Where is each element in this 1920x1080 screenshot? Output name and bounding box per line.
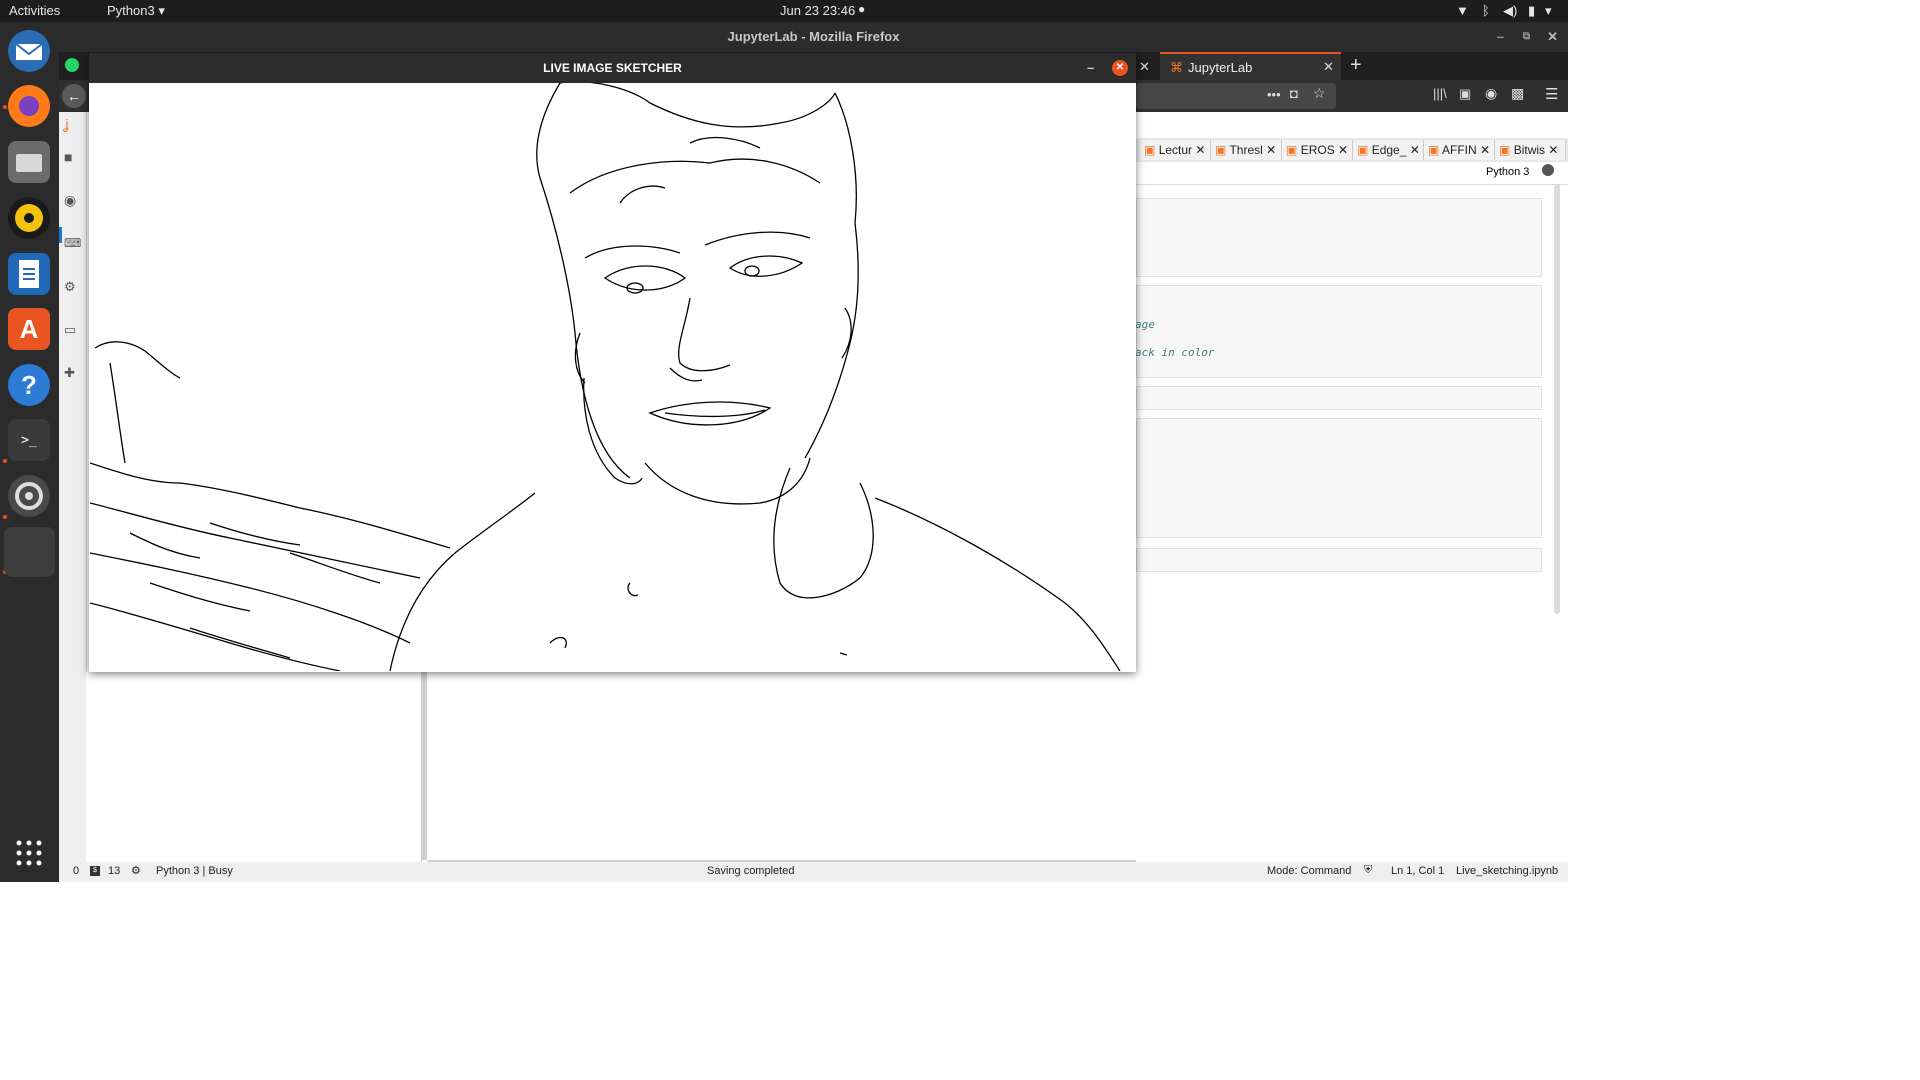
running-indicator — [3, 459, 7, 463]
notification-dot-icon: ● — [858, 2, 866, 16]
doc-tab[interactable]: ▣ Thresl ✕ — [1211, 140, 1282, 160]
notebook-toolbar: Python 3 — [1136, 162, 1568, 185]
jupyter-logo-icon: ʝ — [63, 116, 69, 132]
file-name: Live_sketching.ipynb — [1456, 865, 1559, 877]
new-tab-button[interactable]: + — [1350, 54, 1362, 77]
kernel-name[interactable]: Python 3 — [1486, 166, 1529, 178]
sketch-window-title-bar[interactable]: LIVE IMAGE SKETCHER – ✕ — [89, 53, 1136, 83]
running-indicator — [3, 515, 7, 519]
terminal-icon: $ — [90, 866, 100, 876]
save-status: Saving completed — [707, 865, 795, 877]
folder-icon[interactable]: ■ — [64, 149, 72, 165]
kernel-status[interactable]: Python 3 | Busy — [156, 865, 233, 877]
close-icon[interactable]: ✕ — [1547, 22, 1558, 52]
terminal-icon[interactable]: >_ — [8, 419, 50, 461]
maximize-icon[interactable]: ⧉ — [1523, 22, 1530, 52]
sketch-canvas — [89, 81, 1135, 672]
jupyter-status-bar: 0 $ 13 ⚙ Python 3 | Busy Saving complete… — [59, 862, 1568, 882]
bluetooth-icon[interactable]: ᛒ — [1482, 3, 1490, 18]
volume-icon[interactable]: ◀) — [1503, 3, 1517, 19]
running-indicator — [3, 105, 7, 109]
ubuntu-dock: A ? >_ — [0, 22, 59, 882]
clock[interactable]: Jun 23 23:46 — [780, 3, 855, 18]
extensions-icon[interactable]: ✚ — [64, 365, 75, 381]
window-title: JupyterLab - Mozilla Firefox — [727, 29, 900, 44]
doc-tab[interactable]: ▣ Edge_ ✕ — [1353, 140, 1424, 160]
writer-icon[interactable] — [8, 253, 50, 295]
settings-icon[interactable] — [8, 475, 50, 517]
tab-jupyterlab[interactable]: ⌘ JupyterLab ✕ — [1160, 52, 1341, 80]
notebook-cell[interactable]: age ack in color — [1135, 285, 1542, 378]
close-icon[interactable]: ✕ — [1112, 60, 1128, 76]
doc-tab[interactable]: ▣ AFFIN ✕ — [1424, 140, 1495, 160]
firefox-title-bar: JupyterLab - Mozilla Firefox – ⧉ ✕ — [59, 22, 1568, 52]
status-count[interactable]: 13 — [108, 865, 120, 877]
scrollbar[interactable] — [1554, 184, 1560, 614]
code-comment: age — [1135, 318, 1155, 331]
battery-icon[interactable]: ▮ — [1528, 3, 1535, 19]
tab-close-icon[interactable]: ✕ — [1323, 59, 1334, 75]
thunderbird-icon[interactable] — [8, 30, 50, 72]
activities-button[interactable]: Activities — [9, 3, 60, 18]
firefox-icon[interactable] — [8, 85, 50, 127]
doc-tab[interactable]: ▣ Lectur ✕ — [1140, 140, 1211, 160]
minimize-icon[interactable]: – — [1497, 22, 1504, 52]
notebook-tab-bar: ▣ Lectur ✕ ▣ Thresl ✕ ▣ EROS ✕ ▣ Edge_ ✕… — [1136, 138, 1568, 163]
file-browser-panel — [86, 672, 422, 862]
running-sessions-icon[interactable]: ◉ — [64, 192, 76, 209]
system-top-bar: Activities Python3 ▾ Jun 23 23:46 ● ▼ ᛒ … — [0, 0, 1568, 22]
status-count[interactable]: 0 — [73, 865, 79, 877]
mode-indicator[interactable]: Mode: Command — [1267, 865, 1351, 877]
hamburger-menu-icon[interactable]: ☰ — [1545, 85, 1558, 103]
jupyter-left-sidebar: ʝ ■ ◉ ⌨ ⚙ ▭ ✚ — [59, 112, 87, 862]
gear-icon[interactable]: ⚙ — [131, 864, 141, 877]
sketch-window-title: LIVE IMAGE SKETCHER — [543, 61, 682, 75]
code-comment: ack in color — [1135, 346, 1215, 359]
account-icon[interactable]: ◉ — [1485, 85, 1497, 102]
live-sketch-window[interactable]: LIVE IMAGE SKETCHER – ✕ — [89, 53, 1136, 672]
bookmark-star-icon[interactable]: ☆ — [1313, 85, 1326, 102]
rhythmbox-icon[interactable] — [8, 197, 50, 239]
notebook-cell[interactable] — [1136, 198, 1542, 277]
page-actions-icon[interactable]: ••• — [1267, 87, 1281, 102]
trusted-shield-icon[interactable]: ⛨ — [1364, 864, 1372, 877]
files-icon[interactable] — [8, 141, 50, 183]
extension-icon[interactable]: ▩ — [1511, 85, 1524, 102]
notebook-panel: Python 3 age ack in color — [1135, 162, 1568, 862]
doc-tab[interactable]: ▣ EROS ✕ — [1282, 140, 1353, 160]
notebook-cell[interactable] — [1136, 418, 1542, 538]
active-panel-marker — [59, 227, 62, 243]
tabs-icon[interactable]: ▭ — [64, 322, 76, 338]
system-menu-icon[interactable]: ▾ — [1545, 3, 1552, 19]
help-icon[interactable]: ? — [8, 364, 50, 406]
url-bar[interactable] — [1136, 83, 1336, 109]
pocket-icon[interactable]: ◘ — [1290, 86, 1298, 101]
edge-sketch-image — [89, 81, 1121, 672]
tab-close-icon[interactable]: ✕ — [1139, 59, 1150, 75]
notebook-area — [427, 672, 1136, 863]
show-apps-icon[interactable] — [8, 832, 50, 874]
notebook-cell[interactable] — [1136, 386, 1542, 410]
wifi-icon[interactable]: ▼ — [1456, 3, 1469, 18]
sidebar-icon[interactable]: ▣ — [1459, 86, 1471, 102]
kernel-busy-indicator — [1542, 164, 1554, 176]
cursor-position[interactable]: Ln 1, Col 1 — [1391, 865, 1444, 877]
notebook-cell[interactable] — [1136, 548, 1542, 572]
back-arrow-icon[interactable]: ← — [62, 84, 86, 108]
app-menu[interactable]: Python3 ▾ — [107, 3, 165, 19]
library-icon[interactable]: |||\ — [1433, 86, 1447, 101]
jupyter-logo-icon: ⌘ — [1170, 60, 1183, 75]
doc-tab[interactable]: ▣ Bitwis ✕ — [1495, 140, 1566, 160]
software-center-icon[interactable]: A — [8, 308, 50, 350]
whatsapp-tab-icon[interactable] — [65, 58, 79, 72]
commands-icon[interactable]: ⌨ — [64, 236, 81, 250]
active-window-icon[interactable] — [4, 527, 55, 577]
property-inspector-icon[interactable]: ⚙ — [64, 279, 76, 295]
minimize-icon[interactable]: – — [1087, 53, 1094, 83]
tab-label: JupyterLab — [1188, 60, 1253, 75]
